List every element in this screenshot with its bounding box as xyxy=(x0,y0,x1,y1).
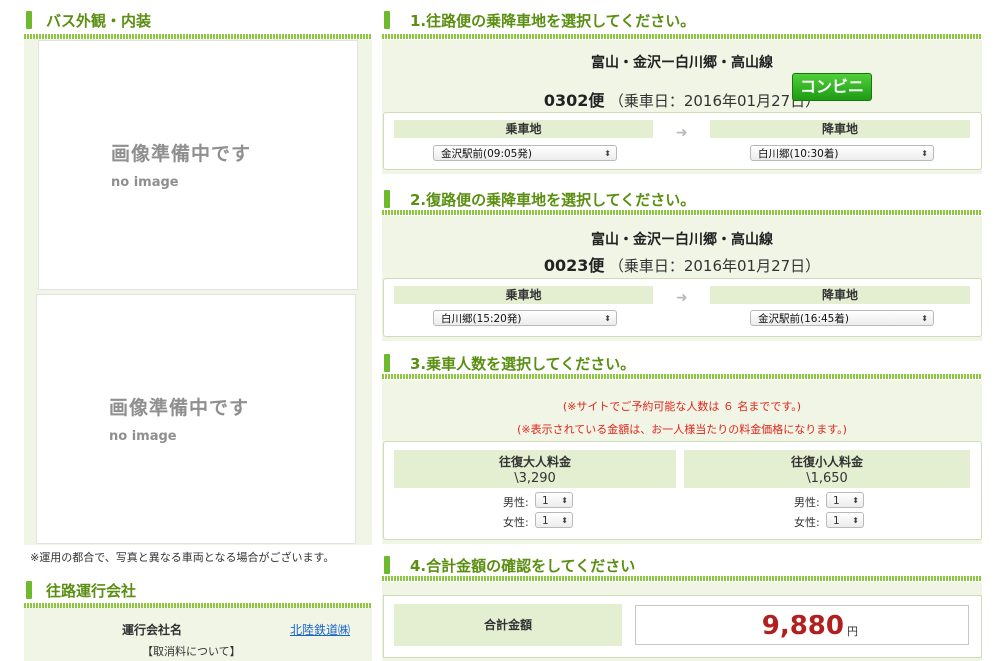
adult-fare-label: 往復大人料金 xyxy=(498,455,571,469)
outbound-board-label: 乗車地 xyxy=(394,120,653,138)
return-board-value: 白川郷(15:20発) xyxy=(441,313,522,325)
return-alight-value: 金沢駅前(16:45着) xyxy=(758,313,849,325)
return-bin-date: （乗車日：2016年01月27日） xyxy=(608,257,821,275)
child-female-count: 1 xyxy=(833,515,840,527)
outbound-bin-number: 0302便 xyxy=(543,91,605,110)
adult-male-label: 男性: xyxy=(503,496,529,509)
return-board-label: 乗車地 xyxy=(394,286,653,304)
return-route: 富山・金沢ー白川郷・高山線 xyxy=(591,232,773,248)
heading-marker xyxy=(384,11,390,29)
child-male-select[interactable]: 1 ⬍ xyxy=(826,492,864,508)
outbound-alight-value: 白川郷(10:30着) xyxy=(758,148,839,160)
operator-name-link[interactable]: 北陸鉄道㈱ xyxy=(290,621,350,638)
photo-disclaimer: ※運用の都合で、写真と異なる車両となる場合がございます。 xyxy=(30,551,335,564)
konbini-badge: コンビニ xyxy=(792,73,872,101)
select-caret-icon: ⬍ xyxy=(921,314,928,323)
total-amount-box: 9,880 円 xyxy=(635,605,969,645)
cancel-fee-link[interactable]: 【取消料について】 xyxy=(142,643,241,659)
bus-exterior-image: 画像準備中です no image xyxy=(38,40,358,290)
return-title: 2.復路便の乗降車地を選択してください。 xyxy=(410,190,696,209)
no-image-subtitle: no image xyxy=(111,175,179,190)
divider xyxy=(382,210,982,215)
bus-interior-image: 画像準備中です no image xyxy=(36,294,356,544)
no-image-title: 画像準備中です xyxy=(109,397,250,419)
operator-heading: 往路運行会社 xyxy=(24,579,136,601)
heading-marker xyxy=(384,190,390,208)
select-caret-icon: ⬍ xyxy=(561,516,568,525)
return-alight-label: 降車地 xyxy=(710,286,970,304)
adult-female-count: 1 xyxy=(542,515,549,527)
child-male-label: 男性: xyxy=(794,496,820,509)
bus-photos-heading: バス外観・内装 xyxy=(24,9,151,31)
child-male-count: 1 xyxy=(833,495,840,507)
right-arrow-icon: ➜ xyxy=(676,125,688,141)
total-amount: 9,880 xyxy=(761,611,844,641)
return-board-select[interactable]: 白川郷(15:20発) ⬍ xyxy=(433,310,617,326)
outbound-title: 1.往路便の乗降車地を選択してください。 xyxy=(410,11,696,30)
adult-fare-price: \3,290 xyxy=(514,471,556,486)
no-image-subtitle: no image xyxy=(109,429,177,444)
select-caret-icon: ⬍ xyxy=(852,496,859,505)
adult-male-count: 1 xyxy=(542,495,549,507)
return-heading: 2.復路便の乗降車地を選択してください。 xyxy=(382,188,695,210)
select-caret-icon: ⬍ xyxy=(561,496,568,505)
operator-title: 往路運行会社 xyxy=(46,581,137,600)
outbound-board-select[interactable]: 金沢駅前(09:05発) ⬍ xyxy=(433,145,617,161)
total-unit: 円 xyxy=(847,625,858,638)
outbound-route: 富山・金沢ー白川郷・高山線 xyxy=(591,55,773,71)
select-caret-icon: ⬍ xyxy=(604,314,611,323)
price-per-person-note: (※表示されている金額は、お一人様当たりの料金価格になります。) xyxy=(517,423,847,436)
child-female-select[interactable]: 1 ⬍ xyxy=(826,512,864,528)
select-caret-icon: ⬍ xyxy=(852,516,859,525)
total-label: 合計金額 xyxy=(394,604,622,646)
outbound-bin-date: （乗車日：2016年01月27日） xyxy=(608,92,821,110)
heading-marker xyxy=(384,556,390,574)
outbound-alight-label: 降車地 xyxy=(710,120,970,138)
no-image-title: 画像準備中です xyxy=(111,143,252,165)
child-fare-price: \1,650 xyxy=(806,471,848,486)
outbound-bin-line: 0302便 （乗車日：2016年01月27日） xyxy=(382,87,982,111)
adult-male-select[interactable]: 1 ⬍ xyxy=(535,492,573,508)
operator-name-label: 運行会社名 xyxy=(122,623,183,637)
return-bin-line: 0023便 （乗車日：2016年01月27日） xyxy=(382,252,982,276)
child-fare-label: 往復小人料金 xyxy=(790,455,863,469)
max-passengers-note: (※サイトでご予約可能な人数は ６ 名までです。) xyxy=(562,400,802,413)
divider xyxy=(382,34,982,39)
return-alight-select[interactable]: 金沢駅前(16:45着) ⬍ xyxy=(750,310,934,326)
divider xyxy=(382,374,982,379)
select-caret-icon: ⬍ xyxy=(604,149,611,158)
heading-marker xyxy=(26,581,32,599)
right-arrow-icon: ➜ xyxy=(676,290,688,306)
passengers-title: 3.乗車人数を選択してください。 xyxy=(410,354,636,373)
total-title: 4.合計金額の確認をしてください xyxy=(410,556,636,575)
bus-photos-title: バス外観・内装 xyxy=(46,11,152,30)
child-female-label: 女性: xyxy=(794,516,820,529)
heading-marker xyxy=(384,354,390,372)
outbound-heading: 1.往路便の乗降車地を選択してください。 xyxy=(382,9,695,31)
total-heading: 4.合計金額の確認をしてください xyxy=(382,554,635,576)
outbound-board-value: 金沢駅前(09:05発) xyxy=(441,148,532,160)
divider xyxy=(382,576,982,581)
select-caret-icon: ⬍ xyxy=(921,149,928,158)
adult-fare-header: 往復大人料金 \3,290 xyxy=(394,450,676,488)
heading-marker xyxy=(26,11,32,29)
passengers-heading: 3.乗車人数を選択してください。 xyxy=(382,352,635,374)
child-fare-header: 往復小人料金 \1,650 xyxy=(684,450,970,488)
adult-female-label: 女性: xyxy=(503,516,529,529)
outbound-alight-select[interactable]: 白川郷(10:30着) ⬍ xyxy=(750,145,934,161)
adult-female-select[interactable]: 1 ⬍ xyxy=(535,512,573,528)
return-bin-number: 0023便 xyxy=(543,256,605,275)
